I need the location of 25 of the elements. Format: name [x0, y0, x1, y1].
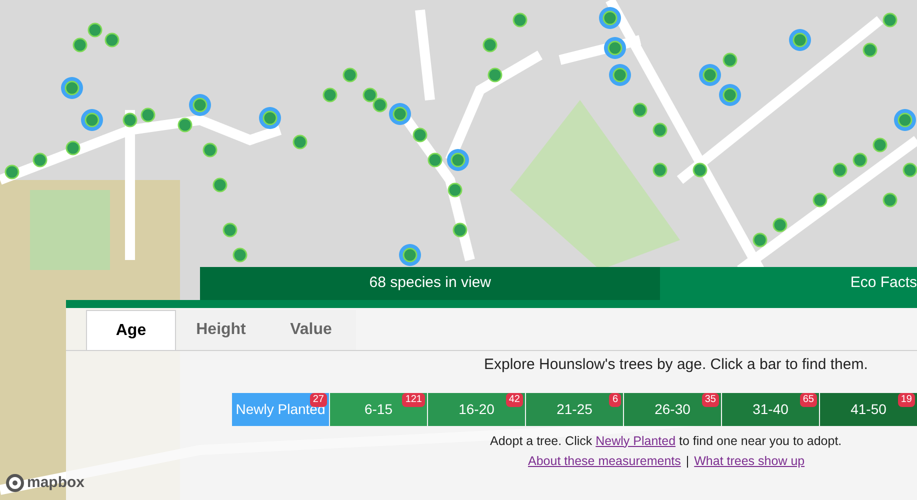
age-bar[interactable]: 41-50 19	[820, 392, 917, 426]
view-tab[interactable]: 68 species in view	[200, 267, 660, 300]
adopt-text: Adopt a tree. Click Newly Planted to find one near you to adopt.	[490, 432, 843, 450]
newly-planted-link[interactable]: Newly Planted	[596, 434, 676, 448]
age-bar[interactable]: 21-25 6	[526, 392, 623, 426]
mapbox-logo-icon	[6, 474, 24, 492]
count-badge: 6	[609, 392, 621, 406]
map-attribution: mapbox	[27, 472, 85, 492]
count-badge: 19	[898, 392, 915, 406]
measure-tab[interactable]: Age	[86, 310, 176, 350]
count-badge: 121	[402, 392, 425, 406]
age-bar[interactable]: 31-40 65	[722, 392, 819, 426]
count-badge: 65	[800, 392, 817, 406]
age-bar[interactable]: 26-30 35	[624, 392, 721, 426]
view-tab[interactable]: Eco Facts	[660, 267, 917, 300]
link-separator: |	[686, 453, 690, 470]
count-badge: 42	[506, 392, 523, 406]
age-bar[interactable]: 16-20 42	[428, 392, 525, 426]
age-bar[interactable]: 6-15 121	[330, 392, 427, 426]
age-bar[interactable]: Newly Planted 27	[232, 392, 329, 426]
count-badge: 27	[310, 392, 327, 406]
intro-text: Explore Hounslow's trees by age. Click a bar to find them.	[484, 355, 869, 375]
info-link[interactable]: About these measurements	[528, 452, 681, 471]
info-link[interactable]: What trees show up	[694, 452, 805, 471]
count-badge: 35	[702, 392, 719, 406]
